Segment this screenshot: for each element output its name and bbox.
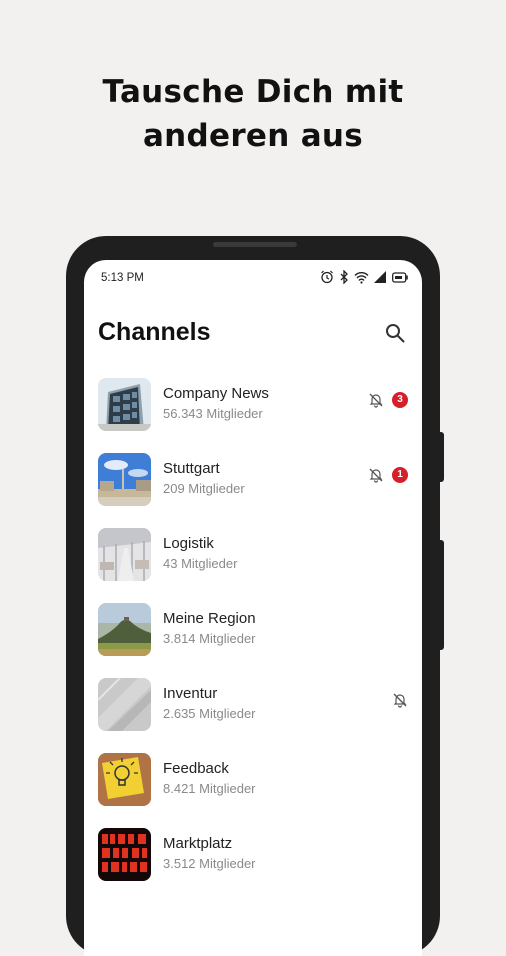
status-time: 5:13 PM xyxy=(101,272,144,284)
channel-row-inventur[interactable]: Inventur 2.635 Mitglieder xyxy=(84,672,422,747)
app-bar: Channels xyxy=(84,312,422,362)
battery-icon xyxy=(392,271,408,283)
channel-name: Feedback xyxy=(163,760,229,777)
unread-badge: 3 xyxy=(392,392,408,408)
volume-button xyxy=(439,432,444,482)
channel-list: Company News 56.343 Mitglieder 3 Stuttga… xyxy=(84,372,422,897)
channel-member-count: 56.343 Mitglieder xyxy=(163,406,263,421)
phone-screen: 5:13 PM Channels Company News 56.343 Mit… xyxy=(84,260,422,956)
headline: Tausche Dich mit anderen aus xyxy=(0,70,506,158)
unread-badge: 1 xyxy=(392,467,408,483)
channel-thumbnail xyxy=(98,753,151,806)
channel-name: Meine Region xyxy=(163,610,256,627)
channel-name: Marktplatz xyxy=(163,835,233,852)
status-bar: 5:13 PM xyxy=(84,260,422,296)
headline-line-1: Tausche Dich mit xyxy=(102,74,404,110)
channel-name: Inventur xyxy=(163,685,218,702)
channel-name: Logistik xyxy=(163,535,214,552)
channel-member-count: 2.635 Mitglieder xyxy=(163,706,256,721)
channel-member-count: 8.421 Mitglieder xyxy=(163,781,256,796)
channel-thumbnail xyxy=(98,453,151,506)
wifi-icon xyxy=(354,271,369,284)
channel-row-marktplatz[interactable]: Marktplatz 3.512 Mitglieder xyxy=(84,822,422,897)
headline-line-2: anderen aus xyxy=(142,118,364,154)
notifications-off-icon xyxy=(393,693,407,708)
search-icon[interactable] xyxy=(384,322,406,344)
signal-icon xyxy=(374,271,386,283)
bluetooth-icon xyxy=(340,270,348,284)
status-icons xyxy=(320,270,408,284)
channel-member-count: 3.814 Mitglieder xyxy=(163,631,256,646)
page-title: Channels xyxy=(98,318,211,346)
channel-thumbnail xyxy=(98,678,151,731)
power-button xyxy=(439,540,444,650)
phone-frame: 5:13 PM Channels Company News 56.343 Mit… xyxy=(66,236,444,956)
channel-row-meine-region[interactable]: Meine Region 3.814 Mitglieder xyxy=(84,597,422,672)
channel-thumbnail xyxy=(98,528,151,581)
channel-name: Stuttgart xyxy=(163,460,220,477)
notifications-off-icon xyxy=(369,393,383,408)
channel-row-company-news[interactable]: Company News 56.343 Mitglieder 3 xyxy=(84,372,422,447)
alarm-icon xyxy=(321,270,333,284)
channel-name: Company News xyxy=(163,385,269,402)
channel-row-logistik[interactable]: Logistik 43 Mitglieder xyxy=(84,522,422,597)
channel-member-count: 43 Mitglieder xyxy=(163,556,238,571)
channel-row-stuttgart[interactable]: Stuttgart 209 Mitglieder 1 xyxy=(84,447,422,522)
channel-thumbnail xyxy=(98,828,151,881)
channel-row-feedback[interactable]: Feedback 8.421 Mitglieder xyxy=(84,747,422,822)
channel-thumbnail xyxy=(98,378,151,431)
channel-member-count: 3.512 Mitglieder xyxy=(163,856,256,871)
channel-thumbnail xyxy=(98,603,151,656)
notifications-off-icon xyxy=(369,468,383,483)
channel-member-count: 209 Mitglieder xyxy=(163,481,245,496)
speaker-grille xyxy=(213,242,297,247)
